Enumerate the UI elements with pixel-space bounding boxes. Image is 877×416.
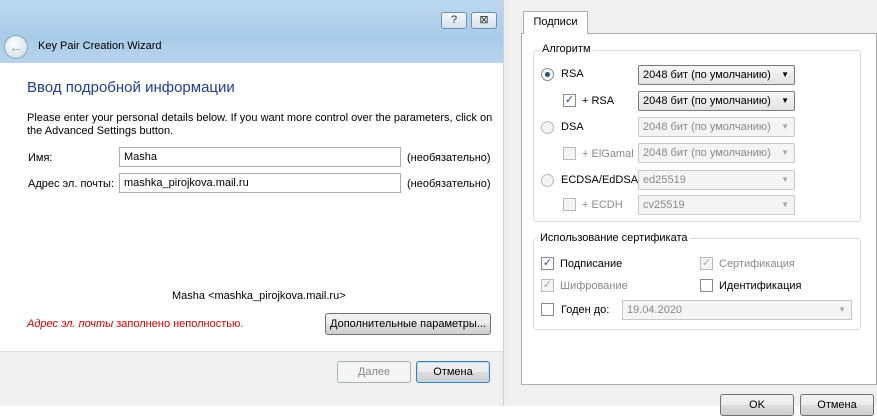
dsa-label: DSA (561, 121, 584, 133)
sign-label: Подписание (560, 258, 623, 270)
expiry-date-picker[interactable]: 19.04.2020 ▼ (622, 300, 852, 320)
back-arrow-icon[interactable]: ← (4, 35, 28, 59)
authenticate-checkbox[interactable] (700, 279, 713, 292)
rsa-subkey-checkbox[interactable]: ✓ (563, 94, 576, 107)
encrypt-checkbox[interactable]: ✓ (541, 279, 554, 292)
cancel-button[interactable]: Отмена (416, 361, 490, 383)
window-divider (503, 0, 511, 406)
chevron-down-icon: ▼ (781, 175, 789, 184)
ecdsa-curve-select[interactable]: ed25519 ▼ (638, 170, 795, 190)
chevron-down-icon: ▼ (781, 200, 789, 209)
ecdh-label: + ECDH (582, 199, 623, 211)
chevron-down-icon: ▼ (838, 305, 846, 314)
certificate-usage-legend: Использование сертификата (538, 232, 690, 244)
name-optional-label: (необязательно) (407, 152, 491, 164)
wizard-titlebar (0, 0, 503, 63)
rsa-keysize-select[interactable]: 2048 бит (по умолчанию) ▼ (638, 65, 795, 85)
validation-error: Адрес эл. почты заполнено неполностью. (27, 318, 243, 330)
rsa-subkey-keysize-select[interactable]: 2048 бит (по умолчанию) ▼ (638, 91, 795, 111)
rsa-keysize-value: 2048 бит (по умолчанию) (643, 69, 771, 81)
certify-checkbox[interactable]: ✓ (700, 257, 713, 270)
sign-checkbox[interactable]: ✓ (541, 257, 554, 270)
ecdh-checkbox[interactable] (563, 198, 576, 211)
valid-until-label: Годен до: (561, 304, 610, 316)
ecdh-curve-select[interactable]: cv25519 ▼ (638, 195, 795, 215)
user-id-preview: Masha <mashka_pirojkova.mail.ru> (172, 290, 346, 302)
rsa-subkey-keysize-value: 2048 бит (по умолчанию) (643, 95, 771, 107)
rsa-radio[interactable] (541, 68, 554, 81)
advanced-settings-button[interactable]: Дополнительные параметры... (325, 313, 491, 335)
ok-button[interactable]: OK (720, 394, 794, 416)
dialog-cancel-button[interactable]: Отмена (800, 394, 874, 416)
algorithm-legend: Алгоритм (540, 43, 593, 55)
email-label: Адрес эл. почты: (28, 178, 115, 190)
chevron-down-icon: ▼ (781, 96, 789, 105)
email-optional-label: (необязательно) (407, 178, 491, 190)
name-label: Имя: (28, 152, 53, 164)
help-button[interactable]: ? (441, 12, 467, 29)
rsa-subkey-label: + RSA (582, 95, 615, 107)
ecdsa-radio[interactable] (541, 174, 554, 187)
wizard-title: Key Pair Creation Wizard (38, 40, 162, 52)
error-text: заполнено неполностью. (113, 318, 244, 330)
wizard-content (0, 63, 503, 351)
dsa-keysize-select[interactable]: 2048 бит (по умолчанию) ▼ (638, 117, 795, 137)
email-input[interactable]: mashka_pirojkova.mail.ru (119, 173, 401, 193)
close-button[interactable]: ⊠ (471, 12, 497, 29)
elgamal-label: + ElGamal (582, 148, 634, 160)
error-field-name: Адрес эл. почты (27, 318, 114, 330)
valid-until-checkbox[interactable] (541, 303, 554, 316)
next-button[interactable]: Далее (337, 361, 411, 383)
authenticate-label: Идентификация (719, 280, 802, 292)
ecdsa-curve-value: ed25519 (643, 174, 686, 186)
chevron-down-icon: ▼ (781, 148, 789, 157)
chevron-down-icon: ▼ (781, 70, 789, 79)
rsa-label: RSA (561, 68, 584, 80)
ecdh-curve-value: cv25519 (643, 199, 685, 211)
ecdsa-label: ECDSA/EdDSA (561, 174, 639, 186)
dsa-radio[interactable] (541, 121, 554, 134)
chevron-down-icon: ▼ (781, 122, 789, 131)
intro-text-line2: the Advanced Settings button. (27, 125, 174, 137)
elgamal-keysize-value: 2048 бит (по умолчанию) (643, 147, 771, 159)
certify-label: Сертификация (719, 258, 795, 270)
encrypt-label: Шифрование (560, 280, 628, 292)
tab-signatures[interactable]: Подписи (523, 11, 588, 34)
elgamal-keysize-select[interactable]: 2048 бит (по умолчанию) ▼ (638, 143, 795, 163)
elgamal-checkbox[interactable] (563, 147, 576, 160)
page-heading: Ввод подробной информации (27, 79, 235, 96)
dsa-keysize-value: 2048 бит (по умолчанию) (643, 121, 771, 133)
expiry-date-value: 19.04.2020 (627, 304, 683, 316)
intro-text-line1: Please enter your personal details below… (27, 112, 493, 124)
name-input[interactable]: Masha (119, 147, 401, 167)
